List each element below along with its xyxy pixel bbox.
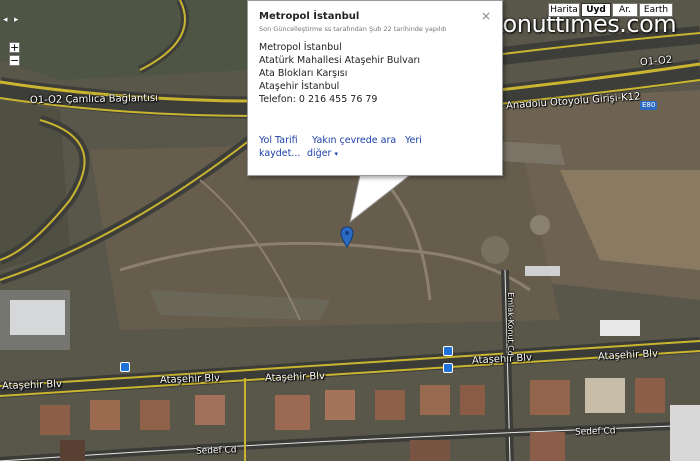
place-title: Metropol İstanbul (259, 11, 360, 22)
road-label: Sedef Cd (195, 445, 237, 457)
map-type-selector: Harita Uyd Ar. Earth (548, 3, 673, 17)
pan-left-icon[interactable]: ◂ (3, 15, 8, 25)
chevron-down-icon: ▾ (334, 150, 338, 158)
place-update-note: Son Güncelleştirme ss tarafından Şub 22 … (259, 25, 447, 33)
map-type-button-earth[interactable]: Earth (639, 3, 673, 17)
more-link-label: diğer (307, 148, 332, 159)
road-label: Emlak-Konut Cd (505, 292, 515, 356)
address-line: Metropol İstanbul (259, 42, 342, 53)
address-line: Ataşehir İstanbul (259, 81, 340, 92)
address-line: Ata Blokları Karşısı (259, 68, 348, 79)
map-type-button-hybrid[interactable]: Ar. (612, 3, 638, 17)
address-line: Atatürk Mahallesi Ataşehir Bulvarı (259, 55, 421, 66)
road-label: O1-O2 Çamlıca Bağlantısı (29, 92, 159, 107)
info-window: Metropol İstanbul Son Güncelleştirme ss … (247, 0, 503, 176)
pan-right-icon[interactable]: ▸ (14, 15, 19, 25)
directions-link[interactable]: Yol Tarifi (259, 135, 298, 147)
road-label: Sedef Cd (574, 426, 616, 438)
zoom-out-button[interactable]: − (9, 55, 20, 66)
highway-shield: E80 (640, 101, 658, 110)
close-icon[interactable]: × (481, 10, 491, 22)
zoom-in-button[interactable]: + (9, 42, 20, 53)
map-type-button-map[interactable]: Harita (548, 3, 580, 17)
phone-line: Telefon: 0 216 455 76 79 (259, 94, 378, 105)
bus-stop-icon[interactable] (120, 362, 130, 372)
map-pin-icon[interactable] (340, 226, 354, 248)
road-label: Ataşehir Blv (1, 378, 63, 393)
map-type-button-satellite[interactable]: Uyd (581, 3, 611, 17)
road-label: Ataşehir Blv (159, 372, 221, 387)
save-place-link[interactable]: Yeri (405, 135, 422, 147)
bus-stop-icon[interactable] (443, 363, 453, 373)
bus-stop-icon[interactable] (443, 346, 453, 356)
road-label: Ataşehir Blv (264, 370, 326, 385)
more-link[interactable]: diğer ▾ (307, 148, 338, 160)
search-nearby-link[interactable]: Yakın çevrede ara (312, 135, 396, 147)
save-place-link[interactable]: kaydet... (259, 148, 300, 160)
